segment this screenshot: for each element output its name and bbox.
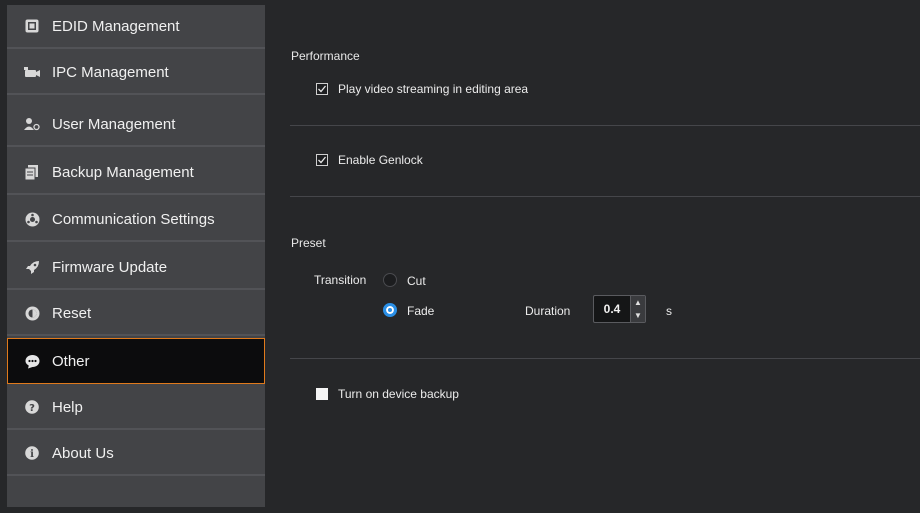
sidebar-item-other[interactable]: Other [7, 338, 265, 384]
sidebar-item-label: Help [52, 398, 83, 416]
user-icon [24, 116, 40, 132]
play-video-row: Play video streaming in editing area [316, 82, 528, 96]
stepper-up-icon[interactable]: ▲ [631, 296, 645, 309]
duration-unit: s [666, 304, 672, 318]
preset-section-title: Preset [291, 236, 326, 250]
cut-radio[interactable] [383, 273, 397, 287]
sidebar-item-user-management[interactable]: User Management [7, 103, 265, 147]
app-frame: EDID Management IPC Management User Mana… [7, 5, 920, 507]
genlock-label: Enable Genlock [338, 153, 423, 167]
sidebar-item-about-us[interactable]: i About Us [7, 432, 265, 476]
svg-text:i: i [30, 449, 34, 460]
genlock-checkbox[interactable] [316, 154, 328, 166]
duration-value[interactable]: 0.4 [594, 296, 630, 322]
sidebar-item-firmware-update[interactable]: Firmware Update [7, 246, 265, 290]
sidebar-item-label: Firmware Update [52, 258, 168, 276]
device-backup-label: Turn on device backup [338, 387, 459, 401]
genlock-row: Enable Genlock [316, 153, 423, 167]
sidebar-item-label: Other [52, 352, 90, 370]
sidebar-item-label: About Us [52, 444, 114, 462]
svg-text:?: ? [29, 403, 35, 414]
sidebar-item-label: Backup Management [52, 163, 194, 181]
edid-icon [24, 18, 40, 34]
chat-icon [24, 353, 40, 369]
device-backup-row: Turn on device backup [316, 387, 459, 401]
sidebar-item-reset[interactable]: Reset [7, 292, 265, 336]
ipc-icon [24, 64, 40, 80]
sidebar-item-backup-management[interactable]: Backup Management [7, 151, 265, 195]
settings-panel: Performance Play video streaming in edit… [265, 5, 920, 507]
play-video-checkbox[interactable] [316, 83, 328, 95]
transition-label: Transition [314, 273, 367, 287]
duration-stepper[interactable]: 0.4 ▲ ▼ [593, 295, 646, 323]
sidebar-item-label: User Management [52, 115, 176, 133]
sidebar-item-label: EDID Management [52, 17, 180, 35]
device-backup-checkbox[interactable] [316, 388, 328, 400]
play-video-label: Play video streaming in editing area [338, 82, 529, 96]
section-divider [290, 196, 920, 197]
sidebar-item-communication-settings[interactable]: Communication Settings [7, 198, 265, 242]
help-icon: ? [24, 399, 40, 415]
fade-radio[interactable] [383, 303, 397, 317]
stepper-arrows: ▲ ▼ [630, 296, 645, 322]
section-divider [290, 358, 920, 359]
duration-label: Duration [525, 304, 571, 318]
backup-icon [24, 164, 40, 180]
sidebar-item-label: Reset [52, 304, 92, 322]
sidebar-item-label: Communication Settings [52, 210, 215, 228]
sidebar-item-edid-management[interactable]: EDID Management [7, 5, 265, 49]
section-divider [290, 125, 920, 126]
performance-section-title: Performance [291, 49, 360, 63]
sidebar-item-help[interactable]: ? Help [7, 386, 265, 430]
cut-label: Cut [407, 274, 426, 288]
fade-label: Fade [407, 304, 435, 318]
sidebar: EDID Management IPC Management User Mana… [7, 5, 265, 507]
reset-icon [24, 305, 40, 321]
stepper-down-icon[interactable]: ▼ [631, 309, 645, 322]
sidebar-item-label: IPC Management [52, 63, 169, 81]
info-icon: i [24, 445, 40, 461]
sidebar-item-ipc-management[interactable]: IPC Management [7, 51, 265, 95]
communication-icon [24, 211, 40, 227]
rocket-icon [24, 259, 40, 275]
